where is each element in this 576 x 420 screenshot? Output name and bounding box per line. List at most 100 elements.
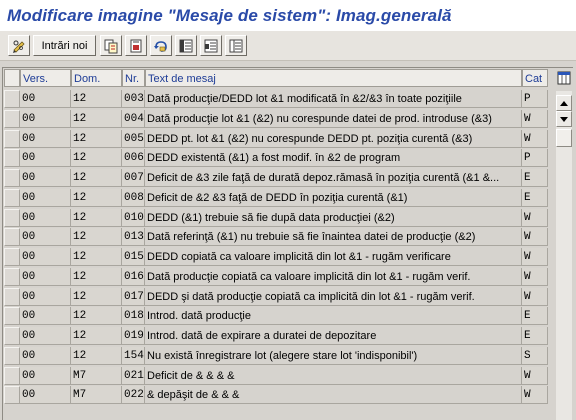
cell-dom: M7 [71,366,122,385]
cell-nr: 154 [122,346,145,365]
cell-vers: 00 [20,346,71,365]
cell-nr: 016 [122,267,145,286]
row-selector[interactable] [4,248,20,266]
cell-vers: 00 [20,267,71,286]
row-selector[interactable] [4,169,20,187]
cell-nr: 006 [122,149,145,168]
row-selector[interactable] [4,228,20,247]
column-header-nr[interactable]: Nr. [122,69,145,87]
cell-vers: 00 [20,188,71,207]
cell-message-text: Deficit de &2 &3 faţă de DEDD în poziţia… [145,188,522,207]
table-row[interactable]: 00 12 015 DEDD copiată ca valoare implicită… [3,248,553,266]
row-selector[interactable] [4,327,20,345]
cell-cat: W [522,287,548,306]
cell-nr: 007 [122,169,145,187]
row-selector[interactable] [4,366,20,385]
cell-cat: W [522,366,548,385]
column-header-cat[interactable]: Cat [522,69,548,87]
cell-message-text: DEDD (&1) trebuie să fie după data produ… [145,208,522,227]
cell-nr: 004 [122,109,145,128]
table-row[interactable]: 00 12 154 Nu există înregistrare lot (alege… [3,346,553,365]
row-selector[interactable] [4,208,20,227]
cell-dom: 12 [71,287,122,306]
cell-cat: W [522,109,548,128]
cell-vers: 00 [20,169,71,187]
cell-dom: 12 [71,188,122,207]
copy-as-button[interactable] [100,35,122,56]
scroll-down-button[interactable] [556,111,572,127]
copy-as-icon [104,39,118,53]
cell-nr: 019 [122,327,145,345]
row-selector[interactable] [4,287,20,306]
row-selector[interactable] [4,386,20,405]
cell-message-text: DEDD şi dată producţie copiată ca implic… [145,287,522,306]
table-row[interactable]: 00 12 008 Deficit de &2 &3 faţă de DEDD în … [3,188,553,207]
table-row[interactable]: 00 12 007 Deficit de &3 zile faţă de durată… [3,169,553,187]
cell-message-text: Dată producţie copiată ca valoare implic… [145,267,522,286]
table-row[interactable]: 00 12 006 DEDD existentă (&1) a fost modif.… [3,149,553,168]
row-selector[interactable] [4,149,20,168]
cell-cat: W [522,228,548,247]
select-all-rows-corner[interactable] [4,69,20,87]
table-row[interactable]: 00 12 005 DEDD pt. lot &1 (&2) nu corespund… [3,129,553,148]
cell-cat: E [522,188,548,207]
table-row[interactable]: 00 M7 022 & depăşit de & & & W [3,386,553,405]
new-entries-button[interactable]: Intrări noi [33,35,96,56]
cell-cat: P [522,149,548,168]
cell-dom: 12 [71,169,122,187]
row-selector[interactable] [4,307,20,326]
cell-message-text: Introd. dată producţie [145,307,522,326]
cell-cat: S [522,346,548,365]
vertical-scrollbar[interactable] [556,91,572,420]
table-row[interactable]: 00 12 018 Introd. dată producţie E [3,307,553,326]
display-change-button[interactable] [8,35,30,56]
cell-cat: W [522,267,548,286]
row-selector[interactable] [4,129,20,148]
select-all-button[interactable] [175,35,197,56]
cell-nr: 013 [122,228,145,247]
column-header-text[interactable]: Text de mesaj [145,69,522,87]
cell-dom: 12 [71,90,122,108]
table-row[interactable]: 00 12 010 DEDD (&1) trebuie să fie după dat… [3,208,553,227]
cell-cat: P [522,90,548,108]
cell-cat: E [522,307,548,326]
scroll-thumb[interactable] [556,129,572,147]
cell-message-text: DEDD existentă (&1) a fost modif. în &2 … [145,149,522,168]
table-row[interactable]: 00 12 016 Dată producţie copiată ca valoare… [3,267,553,286]
cell-cat: E [522,169,548,187]
cell-message-text: DEDD pt. lot &1 (&2) nu corespunde DEDD … [145,129,522,148]
table-row[interactable]: 00 12 004 Dată producţie lot &1 (&2) nu cor… [3,109,553,128]
cell-dom: 12 [71,307,122,326]
cell-dom: 12 [71,248,122,266]
scroll-up-button[interactable] [556,95,572,111]
application-toolbar: Intrări noi [0,31,576,61]
table-settings-button[interactable] [556,69,572,87]
cell-dom: 12 [71,208,122,227]
undo-change-button[interactable] [150,35,172,56]
messages-table: Vers. Dom. Nr. Text de mesaj Cat 00 12 003… [2,67,573,420]
column-header-dom[interactable]: Dom. [71,69,122,87]
column-header-vers[interactable]: Vers. [20,69,71,87]
deselect-all-button[interactable] [225,35,247,56]
table-row[interactable]: 00 M7 021 Deficit de & & & & W [3,366,553,385]
row-selector[interactable] [4,346,20,365]
cell-dom: M7 [71,386,122,405]
cell-message-text: Nu există înregistrare lot (alegere star… [145,346,522,365]
cell-vers: 00 [20,287,71,306]
cell-cat: W [522,129,548,148]
row-selector[interactable] [4,188,20,207]
delete-button[interactable] [125,35,147,56]
table-row[interactable]: 00 12 019 Introd. dată de expirare a durate… [3,327,553,345]
cell-cat: E [522,327,548,345]
row-selector[interactable] [4,267,20,286]
row-selector[interactable] [4,90,20,108]
table-header: Vers. Dom. Nr. Text de mesaj Cat [3,68,573,90]
table-row[interactable]: 00 12 017 DEDD şi dată producţie copiată ca… [3,287,553,306]
cell-message-text: Dată producţie/DEDD lot &1 modificată în… [145,90,522,108]
cell-vers: 00 [20,386,71,405]
cell-vers: 00 [20,228,71,247]
table-row[interactable]: 00 12 003 Dată producţie/DEDD lot &1 modifi… [3,90,553,108]
row-selector[interactable] [4,109,20,128]
table-row[interactable]: 00 12 013 Dată referinţă (&1) nu trebuie să… [3,228,553,247]
select-block-button[interactable] [200,35,222,56]
